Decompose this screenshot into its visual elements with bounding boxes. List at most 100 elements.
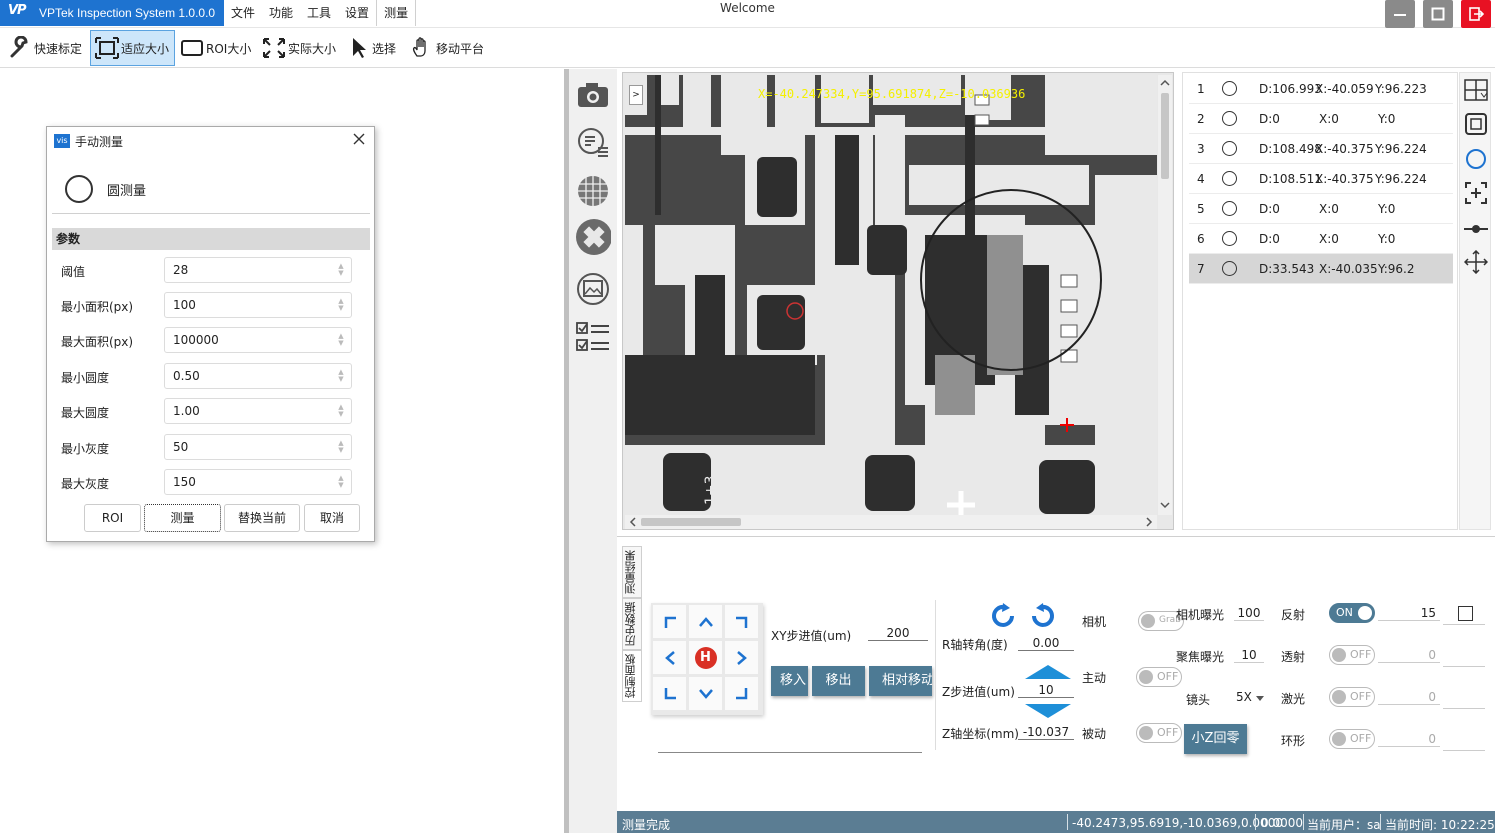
roi-size-button[interactable]: ROI大小: [180, 30, 251, 66]
jog-left-button[interactable]: [653, 641, 686, 674]
min-gray-input[interactable]: 50 ▲ ▼: [164, 434, 352, 460]
jog-down-left-button[interactable]: [653, 677, 686, 710]
actual-size-button[interactable]: 实际大小: [262, 30, 336, 66]
active-toggle[interactable]: OFF: [1136, 667, 1182, 687]
grid-button[interactable]: [575, 173, 611, 209]
result-diameter: D:108.511: [1259, 172, 1322, 186]
image-button[interactable]: [575, 271, 611, 307]
pattern-list-button[interactable]: [575, 125, 611, 161]
relative-move-button[interactable]: 相对移动: [869, 666, 932, 696]
result-row[interactable]: 5 D:0 X:0 Y:0: [1189, 194, 1453, 224]
ring-light-input[interactable]: 0: [1378, 732, 1440, 747]
laser-light-input[interactable]: 0: [1378, 690, 1440, 705]
menu-measure[interactable]: 测量: [376, 0, 417, 26]
spinner-icon[interactable]: ▲ ▼: [337, 263, 345, 277]
rotate-cw-button[interactable]: [1028, 603, 1056, 632]
tab-results[interactable]: 测量结果: [622, 546, 642, 598]
spinner-icon[interactable]: ▲ ▼: [337, 369, 345, 383]
rect-measure-tool[interactable]: [1463, 111, 1489, 137]
spinner-icon[interactable]: ▲ ▼: [337, 404, 345, 418]
spinner-icon[interactable]: ▲ ▼: [337, 298, 345, 312]
z-up-button[interactable]: [1025, 664, 1071, 683]
roi-button[interactable]: ROI: [84, 504, 141, 532]
checklist-button[interactable]: [575, 319, 611, 355]
quick-calibrate-button[interactable]: 快速标定: [8, 30, 82, 66]
result-row[interactable]: 6 D:0 X:0 Y:0: [1189, 224, 1453, 254]
select-button[interactable]: 选择: [350, 30, 396, 66]
vertical-scroll-thumb[interactable]: [1161, 93, 1169, 179]
line-measure-tool[interactable]: [1463, 77, 1489, 103]
minimize-button[interactable]: [1385, 0, 1415, 28]
jog-home-button[interactable]: H: [689, 641, 722, 674]
tab-history[interactable]: 历史数据: [622, 598, 642, 650]
passive-toggle[interactable]: OFF: [1136, 723, 1182, 743]
threshold-input[interactable]: 28 ▲ ▼: [164, 257, 352, 283]
spinner-icon[interactable]: ▲ ▼: [337, 440, 345, 454]
point-line-tool[interactable]: [1463, 216, 1489, 242]
jog-up-right-button[interactable]: [725, 605, 758, 638]
camera-button[interactable]: [575, 77, 611, 113]
r-angle-input[interactable]: 0.00: [1018, 636, 1074, 651]
min-roundness-input[interactable]: 0.50 ▲ ▼: [164, 363, 352, 389]
result-row-selected[interactable]: 7 D:33.543 X:-40.035 Y:96.2: [1189, 254, 1453, 284]
tab-control-panel[interactable]: 控制面板: [622, 650, 642, 702]
move-in-button[interactable]: 移入: [771, 666, 808, 696]
spinner-icon[interactable]: ▲ ▼: [337, 333, 345, 347]
measure-button[interactable]: 测量: [144, 504, 221, 532]
result-row[interactable]: 4 D:108.511 X:-40.375 Y:96.224: [1189, 164, 1453, 194]
vertical-scrollbar[interactable]: [1158, 75, 1172, 515]
max-roundness-input[interactable]: 1.00 ▲ ▼: [164, 398, 352, 424]
transmit-light-input[interactable]: 0: [1378, 648, 1440, 663]
laser-extra-field[interactable]: [1443, 687, 1485, 709]
param-value: 150: [173, 475, 196, 489]
menu-settings[interactable]: 设置: [338, 0, 376, 26]
xy-step-input[interactable]: 200: [868, 626, 928, 641]
result-row[interactable]: 2 D:0 X:0 Y:0: [1189, 104, 1453, 134]
measure-tool-button[interactable]: [575, 219, 611, 255]
move-out-button[interactable]: 移出: [812, 666, 865, 696]
jog-right-button[interactable]: [725, 641, 758, 674]
jog-up-left-button[interactable]: [653, 605, 686, 638]
ring-extra-field[interactable]: [1443, 729, 1485, 751]
transmit-light-toggle[interactable]: OFF: [1329, 645, 1375, 665]
result-row[interactable]: 1 D:106.993 X:-40.059 Y:96.223: [1189, 74, 1453, 104]
menu-tools[interactable]: 工具: [300, 0, 338, 26]
rotate-ccw-button[interactable]: [990, 603, 1018, 632]
cancel-button[interactable]: 取消: [304, 504, 360, 532]
horizontal-scrollbar[interactable]: [625, 515, 1157, 529]
menu-function[interactable]: 功能: [262, 0, 300, 26]
max-area-input[interactable]: 100000 ▲ ▼: [164, 327, 352, 353]
maximize-button[interactable]: [1423, 0, 1453, 28]
center-measure-tool[interactable]: [1463, 180, 1489, 206]
z-zero-button[interactable]: 小Z回零: [1184, 724, 1247, 754]
z-step-input[interactable]: 10: [1018, 683, 1074, 698]
transmit-extra-field[interactable]: [1443, 645, 1485, 667]
reflect-light-input[interactable]: 15: [1378, 606, 1440, 621]
ring-light-toggle[interactable]: OFF: [1329, 729, 1375, 749]
focus-exposure-input[interactable]: 10: [1234, 648, 1264, 663]
jog-up-button[interactable]: [689, 605, 722, 638]
min-area-input[interactable]: 100 ▲ ▼: [164, 292, 352, 318]
z-down-button[interactable]: [1025, 703, 1071, 722]
menu-file[interactable]: 文件: [224, 0, 262, 26]
jog-down-right-button[interactable]: [725, 677, 758, 710]
camera-exposure-input[interactable]: 100: [1234, 606, 1264, 621]
reflect-checkbox[interactable]: [1458, 606, 1473, 621]
crosshair-tool[interactable]: [1463, 249, 1489, 275]
max-gray-input[interactable]: 150 ▲ ▼: [164, 469, 352, 495]
move-stage-button[interactable]: 移动平台: [410, 30, 484, 66]
lens-select[interactable]: 5X: [1234, 688, 1266, 708]
jog-down-button[interactable]: [689, 677, 722, 710]
spinner-icon[interactable]: ▲ ▼: [337, 475, 345, 489]
dialog-close-button[interactable]: [352, 132, 366, 149]
replace-current-button[interactable]: 替换当前: [224, 504, 300, 532]
circle-measure-tool[interactable]: [1463, 146, 1489, 172]
fit-size-button[interactable]: 适应大小: [90, 30, 175, 66]
camera-image[interactable]: 1+3 > X=-40.247334,Y=95.691874,Z=-10.036…: [625, 75, 1157, 515]
reflect-light-toggle[interactable]: ON: [1329, 603, 1375, 623]
horizontal-scroll-thumb[interactable]: [641, 518, 741, 526]
viewer-expand-toggle[interactable]: >: [629, 85, 643, 105]
exit-button[interactable]: [1461, 0, 1491, 28]
result-row[interactable]: 3 D:108.498 X:-40.375 Y:96.224: [1189, 134, 1453, 164]
laser-light-toggle[interactable]: OFF: [1329, 687, 1375, 707]
